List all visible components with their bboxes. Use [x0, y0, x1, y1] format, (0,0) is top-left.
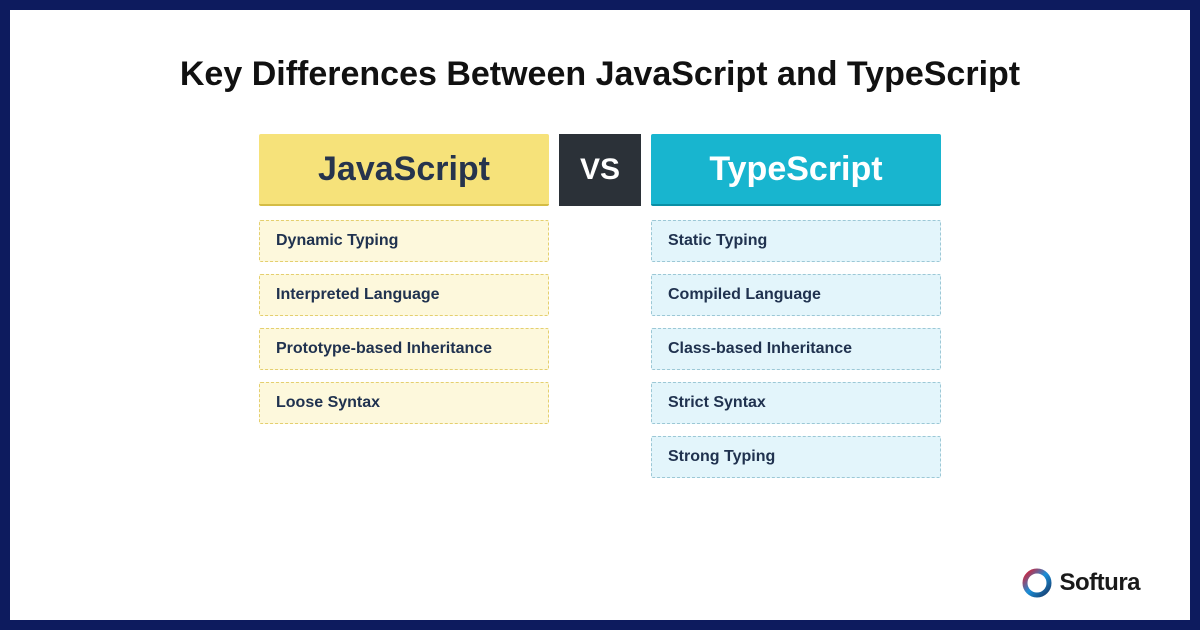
vs-badge: VS: [559, 134, 641, 206]
brand-logo-icon: [1022, 568, 1052, 598]
comparison-header-row: JavaScript VS TypeScript: [60, 134, 1140, 206]
brand-logo: Softura: [1022, 568, 1141, 598]
page-title: Key Differences Between JavaScript and T…: [60, 55, 1140, 94]
list-item: Loose Syntax: [259, 382, 549, 424]
list-item: Strong Typing: [651, 436, 941, 478]
javascript-header: JavaScript: [259, 134, 549, 206]
brand-name: Softura: [1060, 569, 1141, 597]
list-item: Prototype-based Inheritance: [259, 328, 549, 370]
list-item: Static Typing: [651, 220, 941, 262]
javascript-list: Dynamic Typing Interpreted Language Prot…: [259, 220, 549, 478]
diagram-frame: Key Differences Between JavaScript and T…: [0, 0, 1200, 630]
list-item: Compiled Language: [651, 274, 941, 316]
comparison-lists: Dynamic Typing Interpreted Language Prot…: [60, 220, 1140, 478]
list-item: Strict Syntax: [651, 382, 941, 424]
list-item: Class-based Inheritance: [651, 328, 941, 370]
middle-spacer: [559, 220, 641, 478]
typescript-header: TypeScript: [651, 134, 941, 206]
list-item: Dynamic Typing: [259, 220, 549, 262]
list-item: Interpreted Language: [259, 274, 549, 316]
typescript-list: Static Typing Compiled Language Class-ba…: [651, 220, 941, 478]
